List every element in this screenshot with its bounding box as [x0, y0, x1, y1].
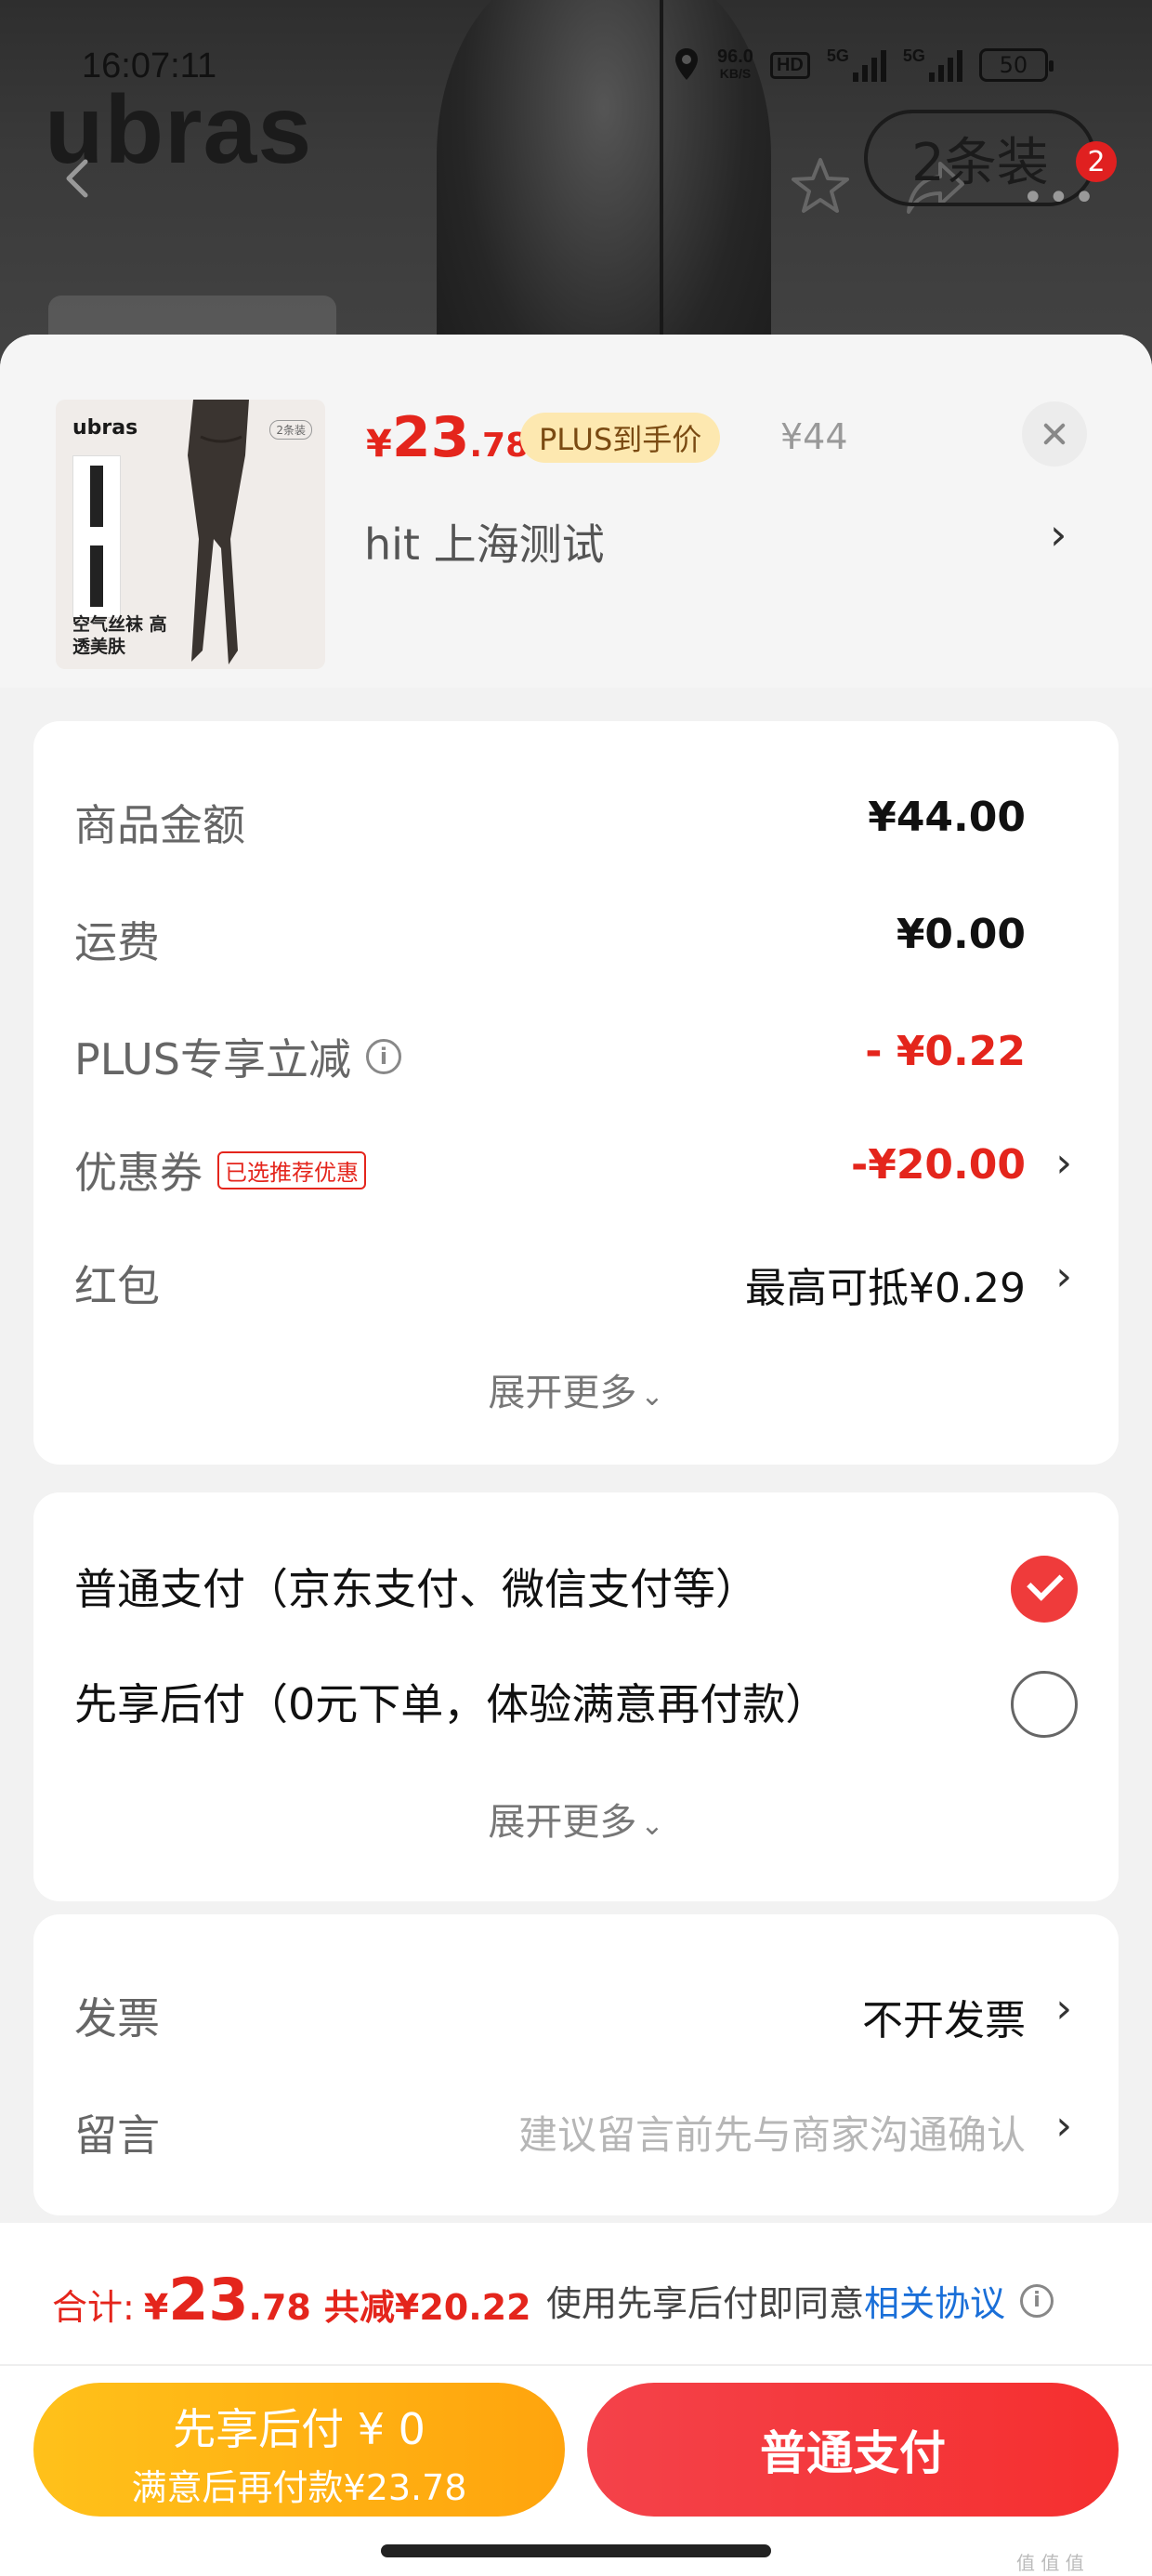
expand-label: 展开更多 [488, 1801, 637, 1844]
pay-later-button[interactable]: 先享后付 ¥ 0 满意后再付款¥23.78 [33, 2383, 565, 2517]
total-int: 23 [168, 2266, 249, 2333]
pay-later-title: 先享后付 ¥ 0 [173, 2404, 425, 2454]
sig2-label: 5G [902, 46, 925, 65]
photo-detail [660, 0, 663, 353]
total-symbol: ¥ [143, 2287, 169, 2328]
fee-label-text: 优惠券 [74, 1148, 203, 1198]
expand-more-fees[interactable]: 展开更多 ⌄ [33, 1362, 1119, 1416]
order-total: 合计: ¥ 23 .78 共减¥20.22 [52, 2266, 531, 2333]
more-icon[interactable]: ••• [1022, 177, 1099, 219]
fee-row-plus-discount: PLUS专享立减 i - ¥0.22 [33, 1002, 1119, 1095]
extras-card: 发票 不开发票 › 留言 建议留言前先与商家沟通确认 › [33, 1914, 1119, 2215]
chevron-right-icon[interactable]: › [1050, 509, 1067, 559]
fee-label: 运费 [74, 917, 160, 967]
shipping-address[interactable]: hit 上海测试 [364, 511, 605, 572]
payment-option-later[interactable]: 先享后付（0元下单，体验满意再付款） [33, 1645, 1119, 1747]
chevron-right-icon[interactable]: › [1055, 1139, 1072, 1187]
info-icon[interactable]: i [1020, 2283, 1054, 2318]
note-input[interactable]: 建议留言前先与商家沟通确认 [518, 2104, 1026, 2161]
thumb-model-image [188, 400, 249, 664]
fee-breakdown-card: 商品金额 ¥44.00 运费 ¥0.00 PLUS专享立减 i - ¥0.22 优… [33, 721, 1119, 1465]
agreement-note: 使用先享后付即同意 相关协议 i [546, 2275, 1054, 2326]
product-summary: ubras 2条装 空气丝袜 高透美肤 ¥ 23 .78 PLUS到手价 ¥44… [0, 335, 1152, 688]
radio-unchecked[interactable] [1011, 1671, 1078, 1738]
invoice-row[interactable]: 发票 不开发票 › [33, 1961, 1119, 2054]
pay-now-button[interactable]: 普通支付 [587, 2383, 1119, 2517]
star-icon[interactable] [788, 154, 853, 219]
thumb-stockings-strip [72, 455, 121, 618]
price-int: 23 [391, 405, 470, 470]
home-indicator[interactable] [381, 2544, 771, 2557]
fee-value: -¥20.00 [850, 1141, 1026, 1189]
fee-label: 优惠券 已选推荐优惠 [74, 1139, 366, 1201]
net-speed-unit: KB/S [719, 66, 752, 81]
checkout-bottom-bar: 合计: ¥ 23 .78 共减¥20.22 使用先享后付即同意 相关协议 i 先… [0, 2223, 1152, 2576]
fee-row-shipping: 运费 ¥0.00 [33, 885, 1119, 978]
close-icon[interactable] [1022, 401, 1087, 467]
battery-level: 50 [999, 52, 1028, 78]
fee-value: 最高可抵¥0.29 [745, 1265, 1026, 1312]
hd-icon: HD [769, 51, 810, 79]
coupon-tag: 已选推荐优惠 [217, 1150, 366, 1189]
total-dec: .78 [248, 2287, 311, 2328]
net-speed: 96.0 KB/S [717, 46, 753, 82]
signal-bars-icon [852, 48, 886, 82]
fee-value: ¥0.00 [896, 911, 1026, 958]
battery-icon: 50 [978, 48, 1054, 82]
status-icons: 96.0 KB/S HD 5G 5G 50 [673, 46, 1054, 84]
product-thumbnail[interactable]: ubras 2条装 空气丝袜 高透美肤 [56, 400, 325, 669]
total-saved: 共减¥20.22 [323, 2287, 531, 2328]
fee-value: - ¥0.22 [865, 1028, 1026, 1075]
invoice-label: 发票 [74, 1993, 160, 2044]
check-icon[interactable] [1011, 1556, 1078, 1623]
info-icon[interactable]: i [365, 1039, 401, 1074]
payment-label: 先享后付（0元下单，体验满意再付款） [74, 1679, 829, 1729]
chevron-right-icon[interactable]: › [1055, 1985, 1072, 2032]
sig1-label: 5G [826, 46, 849, 65]
chevron-down-icon: ⌄ [640, 1809, 664, 1842]
price-symbol: ¥ [366, 423, 392, 466]
invoice-value: 不开发票 [862, 1997, 1026, 2044]
agreement-text: 使用先享后付即同意 [546, 2283, 865, 2324]
fee-label: PLUS专享立减 i [74, 1026, 401, 1087]
fee-row-goods: 商品金额 ¥44.00 [33, 768, 1119, 861]
pay-later-subtitle: 满意后再付款¥23.78 [131, 2467, 467, 2508]
thumb-caption: 空气丝袜 高透美肤 [72, 614, 167, 657]
fee-label-text: PLUS专享立减 [74, 1034, 351, 1084]
agreement-link[interactable]: 相关协议 [864, 2275, 1005, 2326]
expand-more-payment[interactable]: 展开更多 ⌄ [33, 1792, 1119, 1846]
fee-value: ¥44.00 [868, 794, 1026, 841]
divider [0, 2364, 1152, 2366]
chevron-right-icon[interactable]: › [1055, 1253, 1072, 1300]
original-price: ¥44 [780, 416, 848, 457]
payment-option-normal[interactable]: 普通支付（京东支付、微信支付等） [33, 1530, 1119, 1632]
watermark: 值 值 值 [1016, 2552, 1084, 2574]
product-price: ¥ 23 .78 [366, 405, 529, 470]
fee-label: 商品金额 [74, 800, 245, 850]
note-label: 留言 [74, 2110, 160, 2161]
expand-label: 展开更多 [488, 1372, 637, 1414]
chevron-down-icon: ⌄ [640, 1380, 664, 1413]
location-icon [675, 48, 698, 80]
thumb-brand: ubras [72, 416, 138, 440]
back-icon[interactable] [58, 158, 98, 199]
fee-label: 红包 [74, 1261, 160, 1311]
signal-bars-2-icon [928, 48, 962, 82]
net-speed-value: 96.0 [717, 46, 753, 67]
total-label: 合计: [52, 2287, 135, 2328]
payment-label: 普通支付（京东支付、微信支付等） [74, 1564, 758, 1614]
note-row[interactable]: 留言 建议留言前先与商家沟通确认 › [33, 2078, 1119, 2171]
plus-price-tag: PLUS到手价 [520, 413, 721, 463]
fee-row-red-packet[interactable]: 红包 最高可抵¥0.29 › [33, 1229, 1119, 1321]
payment-method-card: 普通支付（京东支付、微信支付等） 先享后付（0元下单，体验满意再付款） 展开更多… [33, 1492, 1119, 1901]
chevron-right-icon[interactable]: › [1055, 2102, 1072, 2149]
fee-row-coupon[interactable]: 优惠券 已选推荐优惠 -¥20.00 › [33, 1115, 1119, 1208]
